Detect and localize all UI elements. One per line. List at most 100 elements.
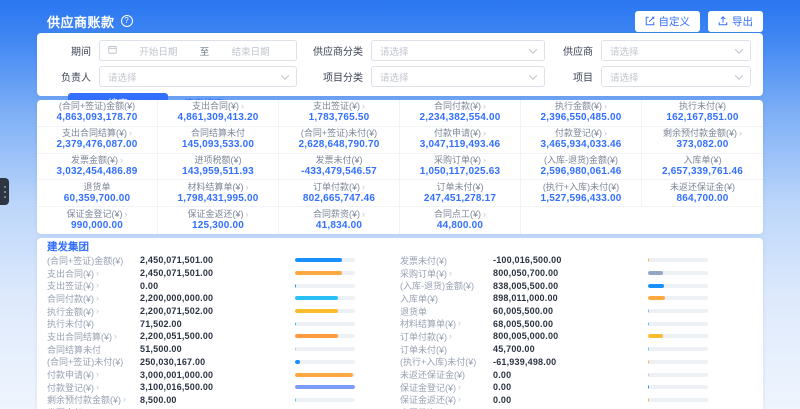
chart-row: 材料结算单(¥)›68,005,500.00 <box>400 317 753 330</box>
drilldown-arrow-icon: › <box>114 332 117 341</box>
chart-row: 执行未付(¥)71,502.00 <box>47 317 400 330</box>
metric-value: 2,450,071,501.00 <box>140 268 295 278</box>
metric-label[interactable]: 采购订单(¥)› <box>400 267 493 280</box>
metric-bar <box>295 373 355 377</box>
stat-card[interactable]: 保证金登记(¥)›990,000.00 <box>37 207 158 234</box>
stat-card[interactable]: 付款登记(¥)›3,465,934,033.46 <box>521 127 642 154</box>
metric-label[interactable]: 支出合同(¥)› <box>47 267 140 280</box>
stat-card: 入库单(¥)2,657,339,761.46 <box>642 154 763 181</box>
drilldown-arrow-icon: › <box>449 332 452 341</box>
metric-label: 执行未付(¥) <box>47 317 140 330</box>
metric-label: 执行未付(¥) <box>679 102 726 111</box>
drilldown-arrow-icon: › <box>96 383 99 392</box>
stat-card: 合同结算未付145,093,533.00 <box>158 127 279 154</box>
manager-select[interactable]: 请选择 <box>99 66 297 87</box>
metric-label[interactable]: 支出合同结算(¥)› <box>47 330 140 343</box>
metric-value: 0.00 <box>493 370 648 380</box>
chart-row: 发票未付(¥)-100,016,500.00 <box>400 254 753 267</box>
metric-bar <box>648 271 708 275</box>
stat-card: 未返还保证金(¥)864,700.00 <box>642 180 763 207</box>
metric-value: 2,396,550,485.00 <box>540 113 621 123</box>
select-placeholder: 请选择 <box>380 70 530 84</box>
metric-label: 未返还保证金(¥) <box>400 368 493 381</box>
chart-row: 执行金额(¥)›2,200,071,502.00 <box>47 305 400 318</box>
stat-card[interactable]: 订单付款(¥)›802,665,747.46 <box>279 180 400 207</box>
stat-card[interactable]: 执行金额(¥)›2,396,550,485.00 <box>521 100 642 127</box>
stat-card[interactable]: 发票金额(¥)›3,032,454,486.89 <box>37 154 158 181</box>
metric-bar <box>648 385 708 389</box>
stat-card[interactable]: 剩余预付款金额(¥)›373,082.00 <box>642 127 763 154</box>
stat-card[interactable]: 保证金返还(¥)›125,300.00 <box>158 207 279 234</box>
metric-label: 合同薪资(¥)› <box>313 210 365 219</box>
customize-button[interactable]: 自定义 <box>635 11 701 32</box>
metric-label: 合同结算未付 <box>191 129 245 138</box>
metric-label: 未返还保证金(¥) <box>670 183 735 192</box>
start-date-placeholder: 开始日期 <box>121 44 196 58</box>
chevron-down-icon <box>735 71 743 79</box>
metric-value: 4,861,309,413.20 <box>177 113 258 123</box>
date-to-label: 至 <box>196 44 214 58</box>
drilldown-arrow-icon: › <box>241 102 244 111</box>
metric-label: 保证金登记(¥)› <box>67 210 128 219</box>
drilldown-arrow-icon: › <box>96 269 99 278</box>
chevron-down-icon <box>529 45 537 53</box>
drilldown-arrow-icon: › <box>129 129 132 138</box>
metric-label: 发票金额(¥)› <box>71 156 123 165</box>
project-category-select[interactable]: 请选择 <box>371 66 545 87</box>
project-select[interactable]: 请选择 <box>601 66 751 87</box>
metric-value: 2,450,071,501.00 <box>140 255 295 265</box>
metric-label[interactable]: 执行金额(¥)› <box>47 305 140 318</box>
select-placeholder: 请选择 <box>108 70 282 84</box>
stat-card[interactable]: 付款申请(¥)›3,047,119,493.46 <box>400 127 521 154</box>
sidebar-collapse-tab[interactable] <box>0 178 9 205</box>
chart-row: 付款申请(¥)›3,000,001,000.00 <box>47 368 400 381</box>
metric-label[interactable]: 材料结算单(¥)› <box>400 317 493 330</box>
metric-value: 44,800.00 <box>437 221 483 231</box>
stat-card[interactable]: 合同薪资(¥)›41,834.00 <box>279 207 400 234</box>
stat-card[interactable]: 支出合同(¥)›4,861,309,413.20 <box>158 100 279 127</box>
export-button[interactable]: 导出 <box>708 11 763 32</box>
supplier-select[interactable]: 请选择 <box>601 40 751 61</box>
metric-label: 退货单 <box>400 305 493 318</box>
metric-label: 付款登记(¥)› <box>555 129 607 138</box>
metric-label[interactable]: 保证金返还(¥)› <box>400 393 493 406</box>
metric-value: 1,783,765.50 <box>309 113 370 123</box>
metric-label[interactable]: 合同付款(¥)› <box>47 292 140 305</box>
metric-label[interactable]: 付款申请(¥)› <box>47 368 140 381</box>
stat-card[interactable]: 合同付款(¥)›2,234,382,554.00 <box>400 100 521 127</box>
stat-card[interactable]: 合同点工(¥)›44,800.00 <box>400 207 521 234</box>
metric-value: 60,005,500.00 <box>493 306 648 316</box>
project-label: 项目 <box>553 69 601 84</box>
supplier-category-label: 供应商分类 <box>305 43 371 58</box>
date-range-input[interactable]: 开始日期 至 结束日期 <box>99 40 297 61</box>
stat-card[interactable]: 材料结算单(¥)›1,798,431,995.00 <box>158 180 279 207</box>
chart-row: 未返还保证金(¥)0.00 <box>400 368 753 381</box>
export-icon <box>718 16 728 26</box>
chart-row: (入库-退货)金额(¥)838,005,500.00 <box>400 279 753 292</box>
supplier-category-select[interactable]: 请选择 <box>371 40 545 61</box>
stat-card: (合同+签证)金额(¥)4,863,093,178.70 <box>37 100 158 127</box>
stats-summary-panel: (合同+签证)金额(¥)4,863,093,178.70支出合同(¥)›4,86… <box>37 100 763 234</box>
metric-label[interactable]: 订单付款(¥)› <box>400 330 493 343</box>
metric-label[interactable]: 付款登记(¥)› <box>47 381 140 394</box>
metric-label[interactable]: 剩余预付款金额(¥)› <box>47 393 140 406</box>
group-name-link[interactable]: 建发集团 <box>47 241 753 254</box>
chart-row: 订单未付(¥)45,700.00 <box>400 343 753 356</box>
metric-bar <box>648 373 708 377</box>
chart-row: 采购订单(¥)›800,050,700.00 <box>400 267 753 280</box>
metric-label[interactable]: 保证金登记(¥)› <box>400 381 493 394</box>
metric-label: 发票未付(¥) <box>400 254 493 267</box>
drilldown-arrow-icon: › <box>483 102 486 111</box>
project-category-field: 项目分类 请选择 <box>305 66 545 87</box>
group-chart-panel: 建发集团 (合同+签证)金额(¥)2,450,071,501.00支出合同(¥)… <box>37 238 763 409</box>
stat-card[interactable]: 支出合同结算(¥)›2,379,476,087.00 <box>37 127 158 154</box>
stat-card[interactable]: 支出签证(¥)›1,783,765.50 <box>279 100 400 127</box>
help-icon[interactable]: ? <box>121 15 133 27</box>
chart-column-left: (合同+签证)金额(¥)2,450,071,501.00支出合同(¥)›2,45… <box>47 254 400 409</box>
metric-bar <box>648 398 708 402</box>
metric-bar <box>295 284 355 288</box>
stat-card[interactable]: 采购订单(¥)›1,050,117,025.63 <box>400 154 521 181</box>
project-category-label: 项目分类 <box>305 69 371 84</box>
metric-label[interactable]: 支出签证(¥)› <box>47 279 140 292</box>
metric-label: 支出合同结算(¥)› <box>62 129 132 138</box>
